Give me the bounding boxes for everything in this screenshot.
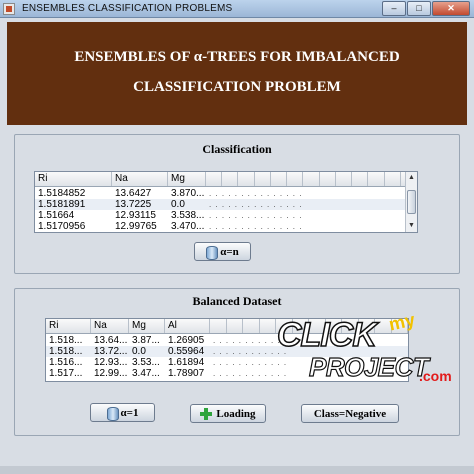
loading-button[interactable]: Loading — [190, 404, 266, 423]
table-cell: 13.64... — [94, 335, 128, 346]
table-cell: 13.7225 — [115, 199, 152, 210]
scrollbar-thumb[interactable] — [407, 190, 416, 214]
table-cell: 13.6427 — [115, 188, 152, 199]
column-header[interactable]: Ri — [46, 319, 91, 333]
class-negative-button[interactable]: Class=Negative — [301, 404, 399, 423]
column-header[interactable]: Al — [165, 319, 210, 333]
column-header[interactable]: Na — [112, 172, 168, 186]
table-cell: 3.47... — [132, 368, 160, 379]
column-header[interactable] — [238, 172, 255, 186]
maximize-button[interactable]: □ — [407, 1, 431, 16]
truncated-cells: . . . . . . . . . . . . . . . — [209, 211, 303, 220]
table-cell: 1.26905 — [168, 335, 205, 346]
table-cell: 13.72... — [94, 346, 128, 357]
table-cell: 1.517... — [49, 368, 83, 379]
logo-click-text: CLICK — [276, 315, 377, 355]
balanced-dataset-title: Balanced Dataset — [192, 294, 282, 308]
classification-title: Classification — [202, 142, 272, 156]
window-titlebar[interactable]: ENSEMBLES CLASSIFICATION PROBLEMS – □ ✕ — [0, 0, 474, 18]
plus-icon — [200, 407, 213, 420]
column-header[interactable] — [287, 172, 304, 186]
minimize-button[interactable]: – — [382, 1, 406, 16]
column-header[interactable]: Mg — [168, 172, 206, 186]
table-cell: 0.0 — [132, 346, 146, 357]
alpha-1-button[interactable]: α=1 — [90, 403, 155, 422]
table-cell: 0.0 — [171, 199, 185, 210]
column-header[interactable] — [368, 172, 385, 186]
logo-my-text: my — [387, 309, 417, 335]
table-cell: 1.5184852 — [38, 188, 86, 199]
database-icon — [106, 406, 119, 421]
column-header[interactable] — [243, 319, 260, 333]
table-cell: 3.53... — [132, 357, 160, 368]
column-header[interactable] — [206, 172, 223, 186]
close-button[interactable]: ✕ — [432, 1, 470, 16]
banner-title-line-2: CLASSIFICATION PROBLEM — [133, 79, 341, 95]
table-cell: 1.5181891 — [38, 199, 86, 210]
column-header[interactable] — [271, 172, 288, 186]
table-cell: 12.93... — [94, 357, 128, 368]
table-cell: 1.516... — [49, 357, 83, 368]
column-header[interactable] — [303, 172, 320, 186]
column-header[interactable] — [210, 319, 227, 333]
window-controls: – □ ✕ — [382, 1, 470, 16]
table-cell: 12.99765 — [115, 221, 157, 232]
table-cell: 1.51664 — [38, 210, 75, 221]
column-header[interactable]: Ri — [35, 172, 112, 186]
app-icon — [3, 3, 15, 15]
table-cell: 1.518... — [49, 346, 83, 357]
table-cell: 1.518... — [49, 335, 83, 346]
window-bottom-edge — [0, 466, 474, 474]
table-header: Ri Na Mg — [35, 172, 417, 187]
column-header[interactable] — [255, 172, 271, 186]
column-header[interactable] — [352, 172, 369, 186]
table-row[interactable]: 1.5170956 12.99765 3.470... . . . . . . … — [35, 221, 417, 232]
scroll-up-arrow-icon[interactable]: ▲ — [406, 172, 417, 184]
logo-com-text: .com — [419, 368, 452, 384]
column-header[interactable]: Na — [91, 319, 129, 333]
truncated-cells: . . . . . . . . . . . . . . . — [209, 200, 303, 209]
class-negative-label: Class=Negative — [313, 407, 387, 420]
column-header[interactable] — [260, 319, 276, 333]
clickmyproject-watermark-logo: CLICK my PROJECT .com — [275, 308, 455, 392]
logo-project-text: PROJECT — [308, 351, 429, 382]
loading-label: Loading — [216, 407, 256, 420]
classification-table[interactable]: Ri Na Mg 1.5184852 13.6427 3.870... . . … — [34, 171, 418, 233]
alpha-n-label: α=n — [220, 245, 239, 258]
table-cell: 3.87... — [132, 335, 160, 346]
window-title: ENSEMBLES CLASSIFICATION PROBLEMS — [22, 3, 233, 14]
table-row[interactable]: 1.51664 12.93115 3.538... . . . . . . . … — [35, 210, 417, 221]
table-cell: 3.870... — [171, 188, 205, 199]
column-header[interactable] — [336, 172, 353, 186]
database-icon — [206, 245, 219, 260]
table-row[interactable]: 1.5184852 13.6427 3.870... . . . . . . .… — [35, 188, 417, 199]
alpha-1-label: α=1 — [120, 406, 139, 419]
collapsed-columns — [206, 172, 417, 186]
column-header[interactable] — [222, 172, 239, 186]
truncated-cells: . . . . . . . . . . . . . . . — [209, 222, 303, 231]
table-cell: 1.5170956 — [38, 221, 86, 232]
table-body: 1.5184852 13.6427 3.870... . . . . . . .… — [35, 188, 417, 232]
column-header[interactable] — [227, 319, 243, 333]
banner-title-line-1: ENSEMBLES OF α-TREES FOR IMBALANCED — [74, 49, 400, 65]
table-row[interactable]: 1.5181891 13.7225 0.0 . . . . . . . . . … — [35, 199, 417, 210]
column-header[interactable]: Mg — [129, 319, 165, 333]
table-cell: 1.78907 — [168, 368, 205, 379]
header-banner: ENSEMBLES OF α-TREES FOR IMBALANCED CLAS… — [7, 22, 467, 125]
table-cell: 12.93115 — [115, 210, 156, 221]
scroll-down-arrow-icon[interactable]: ▼ — [406, 220, 417, 232]
truncated-cells: . . . . . . . . . . . . . . . — [209, 189, 303, 198]
table-cell: 1.61894 — [168, 357, 205, 368]
table-cell: 3.470... — [171, 221, 205, 232]
alpha-n-button[interactable]: α=n — [194, 242, 251, 261]
table-cell: 12.99... — [94, 368, 128, 379]
classification-panel: Classification Ri Na Mg 1.5184852 13.642… — [14, 134, 460, 274]
vertical-scrollbar[interactable]: ▲ ▼ — [405, 172, 417, 232]
table-cell: 0.55964 — [168, 346, 205, 357]
column-header[interactable] — [320, 172, 336, 186]
column-header[interactable] — [385, 172, 401, 186]
table-cell: 3.538... — [171, 210, 205, 221]
